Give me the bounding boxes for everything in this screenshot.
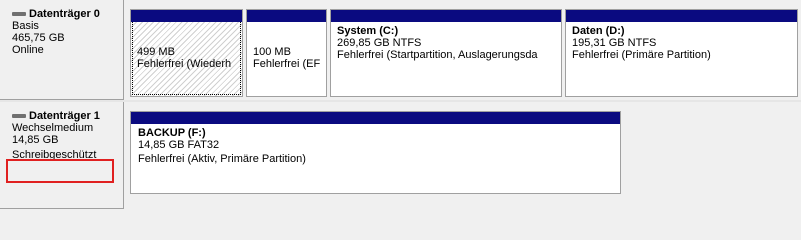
partition-efi[interactable]: 100 MB Fehlerfrei (EF xyxy=(246,9,327,97)
partition-status: Fehlerfrei (EF xyxy=(253,58,321,70)
disk-info-1[interactable]: Datenträger 1 Wechselmedium 14,85 GB Sch… xyxy=(0,102,124,209)
partition-backup[interactable]: BACKUP (F:) 14,85 GB FAT32 Fehlerfrei (A… xyxy=(130,111,621,194)
partition-bar xyxy=(331,10,561,22)
partition-data[interactable]: Daten (D:) 195,31 GB NTFS Fehlerfrei (Pr… xyxy=(565,9,798,97)
disk-status: Online xyxy=(12,44,44,56)
partition-size: 195,31 GB NTFS xyxy=(572,37,657,49)
partition-size: 14,85 GB FAT32 xyxy=(138,139,220,151)
partition-size: 269,85 GB NTFS xyxy=(337,37,422,49)
disk-row-0: Datenträger 0 Basis 465,75 GB Online 499… xyxy=(0,0,801,100)
partition-name: BACKUP (F:) xyxy=(138,127,206,139)
partition-status: Fehlerfrei (Aktiv, Primäre Partition) xyxy=(138,153,306,165)
partition-bar xyxy=(247,10,326,22)
partition-size: 100 MB xyxy=(253,46,291,58)
partition-name: System (C:) xyxy=(337,25,399,37)
disk-type: Wechselmedium xyxy=(12,122,94,134)
disk-icon xyxy=(12,11,26,17)
disk-icon xyxy=(12,113,26,119)
disk-info-0[interactable]: Datenträger 0 Basis 465,75 GB Online xyxy=(0,0,124,100)
partition-bar xyxy=(566,10,797,22)
partition-status: Fehlerfrei (Startpartition, Auslagerungs… xyxy=(337,49,538,61)
highlight-box xyxy=(6,159,114,183)
partition-bar xyxy=(131,10,242,22)
partition-name: Daten (D:) xyxy=(572,25,625,37)
disk-title: Datenträger 0 xyxy=(29,7,100,20)
disk-row-1: Datenträger 1 Wechselmedium 14,85 GB Sch… xyxy=(0,102,801,209)
partition-status: Fehlerfrei (Primäre Partition) xyxy=(572,49,711,61)
partition-status: Fehlerfrei (Wiederh xyxy=(137,58,232,70)
disk-title: Datenträger 1 xyxy=(29,109,100,122)
disk-type: Basis xyxy=(12,20,39,32)
partition-system[interactable]: System (C:) 269,85 GB NTFS Fehlerfrei (S… xyxy=(330,9,562,97)
partition-recovery[interactable]: 499 MB Fehlerfrei (Wiederh xyxy=(130,9,243,97)
partition-bar xyxy=(131,112,620,124)
partition-size: 499 MB xyxy=(137,46,175,58)
disk-size: 14,85 GB xyxy=(12,134,59,146)
disk-size: 465,75 GB xyxy=(12,32,65,44)
